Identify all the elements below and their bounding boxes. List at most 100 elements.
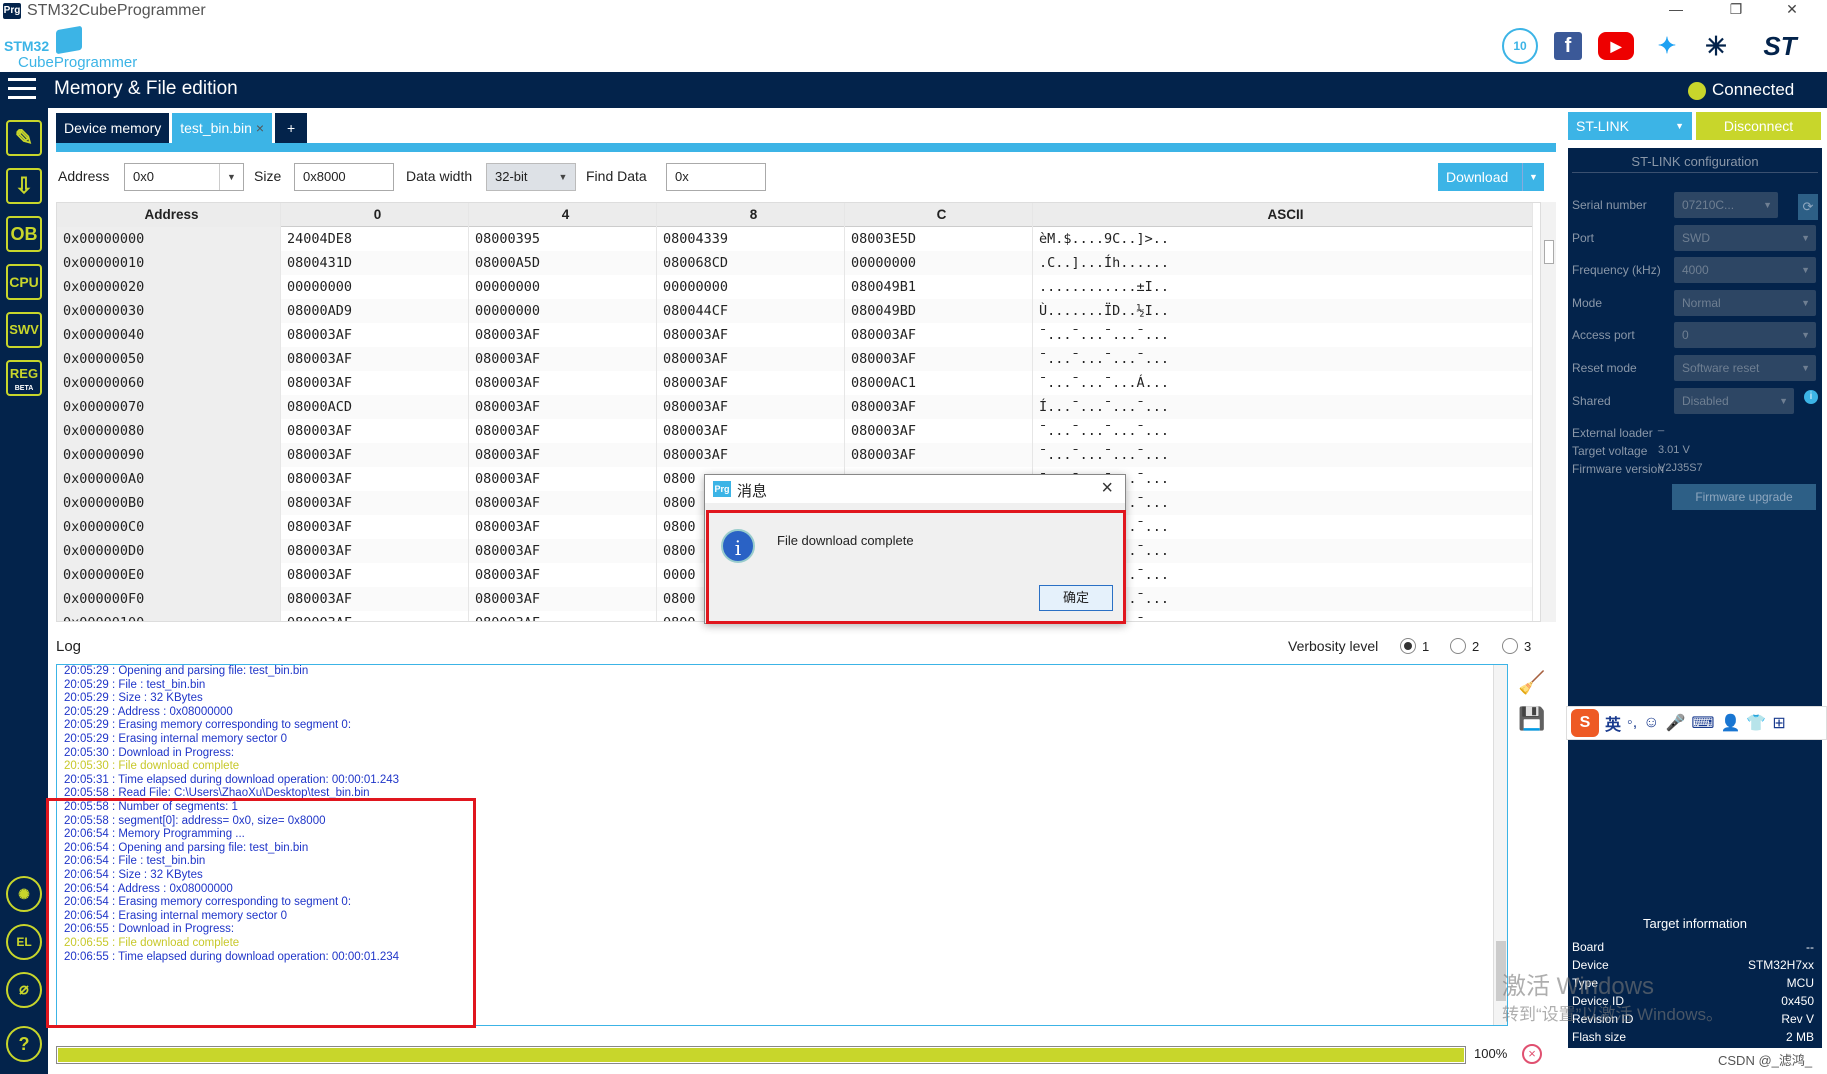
data-cell[interactable]: 080003AF bbox=[469, 539, 657, 563]
data-cell[interactable]: 080003AF bbox=[657, 419, 845, 443]
tab-device-memory[interactable]: Device memory bbox=[56, 113, 170, 143]
config-select[interactable]: Software reset ▼ bbox=[1674, 355, 1816, 381]
data-cell[interactable]: 080003AF bbox=[469, 419, 657, 443]
mic-icon[interactable]: 🎤 bbox=[1665, 713, 1685, 733]
data-cell[interactable]: 080003AF bbox=[281, 371, 469, 395]
refresh-icon[interactable]: ⟳ bbox=[1798, 194, 1818, 220]
data-cell[interactable]: 080003AF bbox=[469, 563, 657, 587]
eraser-icon[interactable]: ⌀ bbox=[6, 972, 42, 1008]
data-cell[interactable]: 080003AF bbox=[657, 371, 845, 395]
el-icon[interactable]: EL bbox=[6, 924, 42, 960]
emoji-icon[interactable]: ☺ bbox=[1643, 714, 1659, 732]
config-select[interactable]: SWD ▼ bbox=[1674, 224, 1816, 251]
data-cell[interactable]: 0800431D bbox=[281, 251, 469, 275]
size-input[interactable]: 0x8000 bbox=[294, 163, 394, 191]
table-row[interactable]: 0x00000000 24004DE8 08000395 08004339 08003E… bbox=[57, 227, 1533, 251]
data-cell[interactable]: 08004339 bbox=[657, 227, 845, 251]
data-cell[interactable]: 080003AF bbox=[657, 395, 845, 419]
data-cell[interactable]: 080003AF bbox=[281, 323, 469, 347]
data-cell[interactable]: 08003E5D bbox=[845, 227, 1033, 251]
data-cell[interactable]: 080068CD bbox=[657, 251, 845, 275]
disconnect-button[interactable]: Disconnect bbox=[1696, 112, 1821, 140]
network-icon[interactable]: ✳ bbox=[1700, 28, 1732, 64]
config-select[interactable]: Disabled ▼ bbox=[1674, 387, 1794, 414]
data-cell[interactable]: 080044CF bbox=[657, 299, 845, 323]
table-row[interactable]: 0x00000020 00000000 00000000 00000000 080049… bbox=[57, 275, 1533, 299]
info-icon[interactable]: i bbox=[1804, 390, 1818, 404]
table-row[interactable]: 0x00000040 080003AF 080003AF 080003AF 080003… bbox=[57, 323, 1533, 347]
close-icon[interactable]: × bbox=[1101, 477, 1113, 500]
download-icon[interactable]: ⇩ bbox=[6, 168, 42, 204]
tab-test-bin[interactable]: test_bin.bin × bbox=[172, 113, 273, 143]
restore-button[interactable]: ❐ bbox=[1716, 0, 1756, 22]
add-tab-button[interactable]: + bbox=[275, 113, 308, 143]
user-icon[interactable]: 👤 bbox=[1721, 713, 1741, 733]
data-cell[interactable]: 080003AF bbox=[657, 347, 845, 371]
data-cell[interactable]: 08000AD9 bbox=[281, 299, 469, 323]
data-cell[interactable]: 00000000 bbox=[281, 275, 469, 299]
close-window-button[interactable]: ✕ bbox=[1772, 0, 1812, 22]
data-cell[interactable]: 080003AF bbox=[281, 515, 469, 539]
find-data-input[interactable]: 0x bbox=[666, 163, 766, 191]
minimize-button[interactable]: — bbox=[1656, 0, 1696, 22]
table-row[interactable]: 0x00000050 080003AF 080003AF 080003AF 080003… bbox=[57, 347, 1533, 371]
st-logo-icon[interactable]: ST bbox=[1748, 28, 1812, 64]
memory-edit-icon[interactable]: ✎ bbox=[6, 120, 42, 156]
data-cell[interactable]: 080003AF bbox=[845, 443, 1033, 467]
chevron-down-icon[interactable]: ▼ bbox=[1522, 163, 1544, 191]
data-cell[interactable]: 080003AF bbox=[469, 347, 657, 371]
data-cell[interactable]: 080003AF bbox=[281, 419, 469, 443]
data-cell[interactable]: 080003AF bbox=[469, 587, 657, 611]
data-cell[interactable]: 080003AF bbox=[469, 515, 657, 539]
data-cell[interactable]: 080003AF bbox=[845, 323, 1033, 347]
memory-scrollbar[interactable] bbox=[1540, 202, 1556, 622]
skin-icon[interactable]: 👕 bbox=[1746, 713, 1766, 733]
youtube-icon[interactable]: ▶ bbox=[1598, 32, 1634, 60]
data-cell[interactable]: 080003AF bbox=[469, 467, 657, 491]
data-cell[interactable]: 08000A5D bbox=[469, 251, 657, 275]
swv-icon[interactable]: SWV bbox=[6, 312, 42, 348]
twitter-icon[interactable]: ✦ bbox=[1652, 28, 1682, 64]
data-cell[interactable]: 00000000 bbox=[469, 299, 657, 323]
help-icon[interactable]: ? bbox=[6, 1026, 42, 1062]
grid-icon[interactable]: ⊞ bbox=[1772, 713, 1785, 733]
table-row[interactable]: 0x00000070 08000ACD 080003AF 080003AF 080003… bbox=[57, 395, 1533, 419]
table-row[interactable]: 0x00000030 08000AD9 00000000 080044CF 080049… bbox=[57, 299, 1533, 323]
ob-icon[interactable]: OB bbox=[6, 216, 42, 252]
cancel-icon[interactable]: × bbox=[1522, 1044, 1542, 1064]
chevron-down-icon[interactable]: ▼ bbox=[219, 164, 243, 190]
data-cell[interactable]: 080049BD bbox=[845, 299, 1033, 323]
data-cell[interactable]: 080003AF bbox=[845, 347, 1033, 371]
data-cell[interactable]: 080003AF bbox=[469, 371, 657, 395]
sogou-icon[interactable]: S bbox=[1571, 709, 1599, 737]
config-select[interactable]: 07210C... ▼ bbox=[1674, 192, 1778, 218]
data-cell[interactable]: 08000395 bbox=[469, 227, 657, 251]
facebook-icon[interactable]: f bbox=[1554, 32, 1582, 60]
config-select[interactable]: 0 ▼ bbox=[1674, 322, 1816, 349]
table-row[interactable]: 0x00000010 0800431D 08000A5D 080068CD 000000… bbox=[57, 251, 1533, 275]
data-cell[interactable]: 080003AF bbox=[469, 323, 657, 347]
data-cell[interactable]: 080003AF bbox=[469, 443, 657, 467]
data-cell[interactable]: 080003AF bbox=[281, 587, 469, 611]
data-cell[interactable]: 00000000 bbox=[845, 251, 1033, 275]
download-button[interactable]: Download ▼ bbox=[1438, 163, 1544, 191]
menu-icon[interactable] bbox=[8, 78, 36, 102]
data-cell[interactable]: 080003AF bbox=[281, 347, 469, 371]
data-cell[interactable]: 080003AF bbox=[281, 563, 469, 587]
anniversary-icon[interactable]: 10 bbox=[1502, 28, 1538, 64]
verbosity-radio-1[interactable] bbox=[1400, 638, 1416, 654]
verbosity-radio-3[interactable] bbox=[1502, 638, 1518, 654]
keyboard-icon[interactable]: ⌨ bbox=[1691, 713, 1714, 733]
data-cell[interactable]: 080003AF bbox=[281, 443, 469, 467]
data-cell[interactable]: 080003AF bbox=[469, 395, 657, 419]
verbosity-radio-2[interactable] bbox=[1450, 638, 1466, 654]
table-row[interactable]: 0x00000080 080003AF 080003AF 080003AF 080003… bbox=[57, 419, 1533, 443]
clear-log-icon[interactable]: 🧹 bbox=[1518, 670, 1546, 698]
config-select[interactable]: 4000 ▼ bbox=[1674, 257, 1816, 284]
table-row[interactable]: 0x00000090 080003AF 080003AF 080003AF 080003… bbox=[57, 443, 1533, 467]
data-cell[interactable]: 080003AF bbox=[281, 491, 469, 515]
data-cell[interactable]: 00000000 bbox=[469, 275, 657, 299]
data-cell[interactable]: 080003AF bbox=[845, 395, 1033, 419]
cpu-icon[interactable]: CPU bbox=[6, 264, 42, 300]
firmware-upgrade-button[interactable]: Firmware upgrade bbox=[1672, 484, 1816, 510]
